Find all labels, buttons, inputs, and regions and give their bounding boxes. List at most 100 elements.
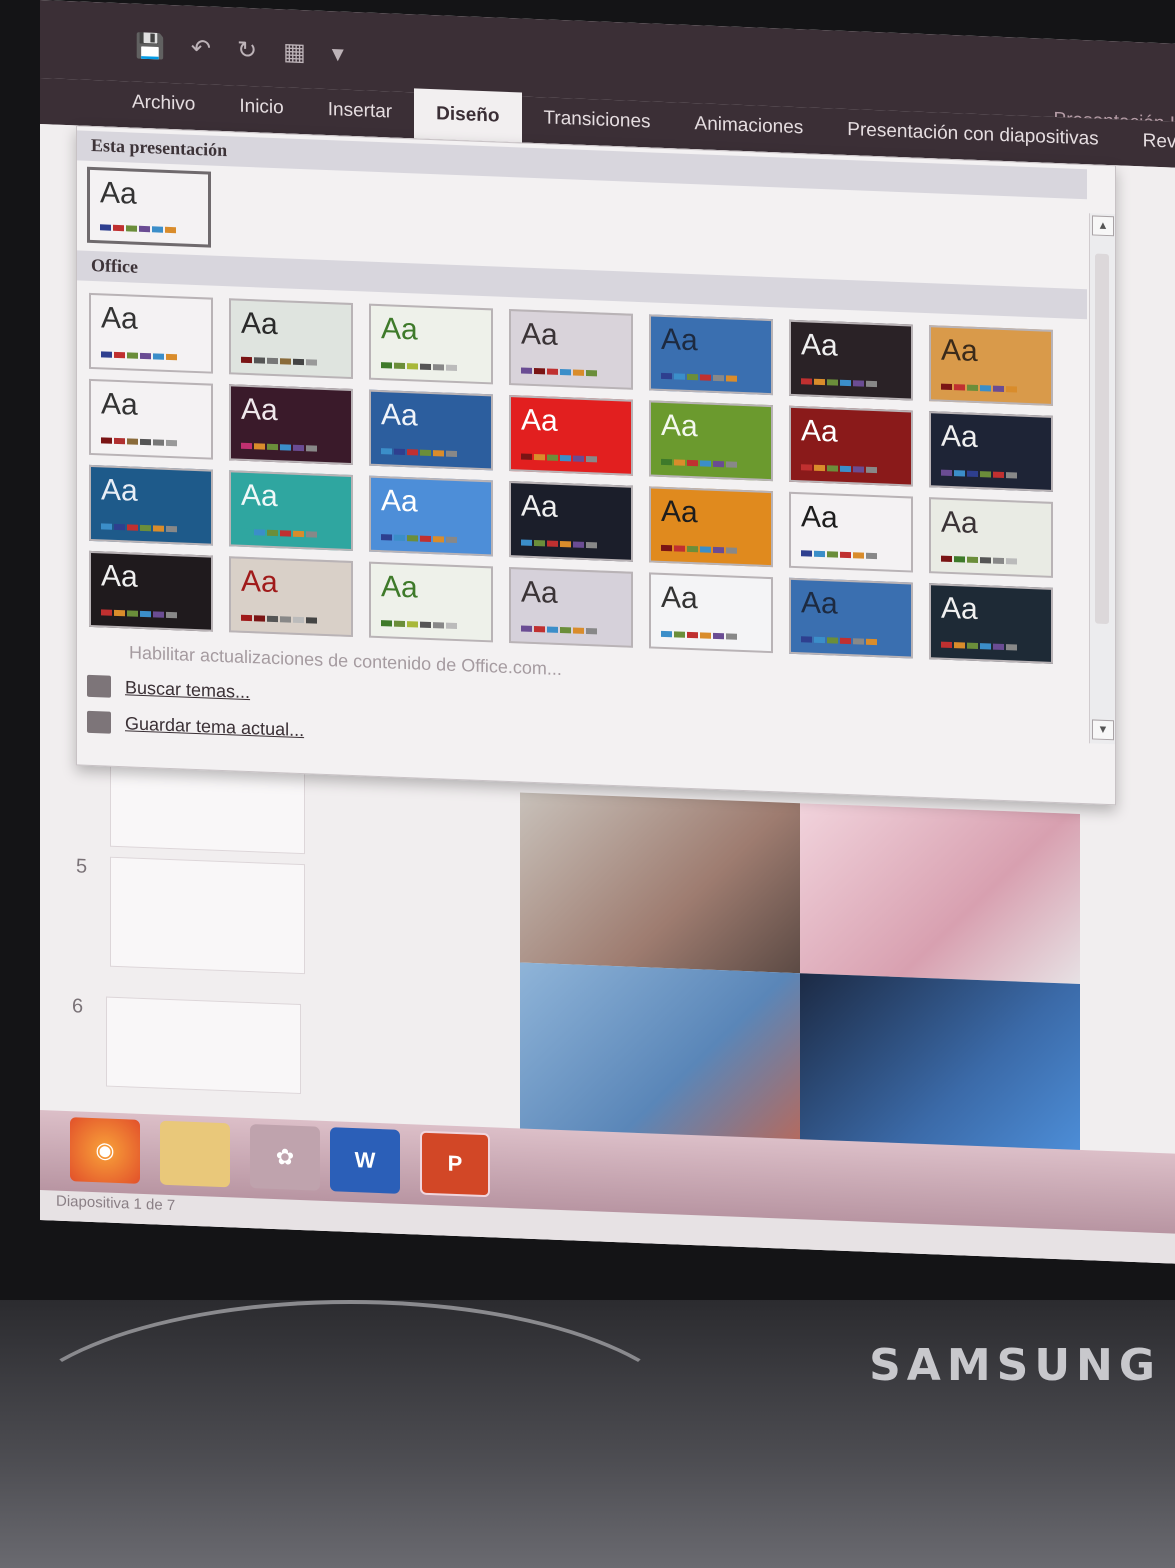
redo-icon[interactable]: ↻ [237, 36, 257, 66]
theme-color-swatches [801, 636, 877, 646]
theme-thumbnail[interactable]: Aa [789, 491, 913, 573]
theme-preview-text: Aa [661, 322, 698, 358]
theme-color-swatches [241, 442, 317, 452]
theme-gallery-dropdown: Esta presentación Aa Office Aa Aa Aa Aa Aa Aa… [76, 125, 1116, 806]
theme-preview-text: Aa [661, 580, 698, 616]
slide-thumbnail[interactable] [110, 856, 305, 975]
theme-thumbnail[interactable]: Aa [89, 550, 213, 632]
theme-thumbnail[interactable]: Aa [649, 572, 773, 654]
theme-preview-text: Aa [521, 317, 558, 352]
theme-thumbnail[interactable]: Aa [929, 411, 1053, 492]
theme-thumbnail[interactable]: Aa [369, 389, 493, 471]
slide-thumbnail[interactable] [106, 996, 301, 1095]
tab-animaciones[interactable]: Animaciones [673, 112, 826, 154]
tab-revisar[interactable]: Revisar [1121, 130, 1175, 170]
theme-preview-text: Aa [941, 505, 978, 541]
tab-inicio[interactable]: Inicio [217, 95, 305, 134]
theme-color-swatches [241, 356, 317, 366]
theme-thumbnail[interactable]: Aa [369, 303, 493, 385]
theme-preview-text: Aa [801, 328, 838, 363]
theme-thumbnail[interactable]: Aa [229, 384, 353, 466]
theme-preview-text: Aa [241, 564, 278, 600]
word-icon[interactable]: W [330, 1127, 400, 1194]
theme-color-swatches [101, 523, 177, 533]
theme-color-swatches [101, 609, 177, 619]
monitor-bezel: 💾 ↶ ↻ ▦ ▾ Presentación I ArchivoInicioIn… [0, 0, 1175, 1300]
theme-color-swatches [661, 372, 737, 382]
scrollbar-thumb[interactable] [1095, 253, 1109, 625]
theme-preview-text: Aa [381, 398, 418, 433]
infographic-image [800, 803, 1080, 984]
slide-counter: Diapositiva 1 de 7 [56, 1192, 176, 1215]
gallery-scrollbar[interactable]: ▲ ▼ [1089, 213, 1115, 745]
theme-thumbnail[interactable]: Aa [229, 298, 353, 380]
tab-diseño[interactable]: Diseño [414, 88, 522, 143]
theme-thumbnail[interactable]: Aa [789, 405, 913, 487]
theme-color-swatches [521, 539, 597, 549]
tab-transiciones[interactable]: Transiciones [522, 106, 673, 148]
theme-thumbnail[interactable]: Aa [229, 556, 353, 638]
theme-thumbnail[interactable]: Aa [649, 314, 773, 396]
theme-color-swatches [661, 458, 737, 468]
present-icon[interactable]: ▦ [283, 37, 306, 67]
theme-color-swatches [101, 437, 177, 447]
infographic-image [520, 962, 800, 1144]
theme-preview-text: Aa [381, 484, 418, 519]
theme-preview-text: Aa [101, 301, 138, 336]
quick-access-toolbar: 💾 ↶ ↻ ▦ ▾ [135, 32, 344, 69]
file-explorer-icon[interactable] [160, 1120, 230, 1188]
save-theme-item[interactable]: Guardar tema actual... [87, 710, 304, 741]
theme-color-swatches [521, 367, 597, 377]
theme-thumbnail[interactable]: Aa [89, 464, 213, 546]
scroll-down-button[interactable]: ▼ [1092, 719, 1114, 741]
theme-thumbnail[interactable]: Aa [229, 470, 353, 552]
theme-thumbnail[interactable]: Aa [929, 497, 1053, 578]
theme-preview-text: Aa [801, 586, 838, 621]
theme-color-swatches [801, 550, 877, 560]
theme-preview-text: Aa [101, 559, 138, 594]
theme-thumbnail[interactable]: Aa [649, 400, 773, 482]
theme-thumbnail[interactable]: Aa [369, 561, 493, 643]
theme-thumbnail[interactable]: Aa [929, 583, 1053, 664]
theme-preview-text: Aa [941, 419, 978, 455]
theme-thumbnail[interactable]: Aa [789, 577, 913, 659]
theme-color-swatches [661, 544, 737, 554]
theme-thumbnail[interactable]: Aa [509, 395, 633, 476]
save-theme-icon [87, 710, 111, 734]
theme-color-swatches [801, 378, 877, 388]
theme-thumbnail[interactable]: Aa [649, 486, 773, 568]
theme-thumbnail[interactable]: Aa [929, 325, 1053, 406]
theme-thumbnail[interactable]: Aa [509, 481, 633, 562]
customize-icon[interactable]: ▾ [332, 39, 344, 68]
screen: 💾 ↶ ↻ ▦ ▾ Presentación I ArchivoInicioIn… [40, 0, 1175, 1264]
theme-thumbnail[interactable]: Aa [509, 567, 633, 648]
powerpoint-icon[interactable]: P [420, 1130, 490, 1198]
search-themes-item[interactable]: Buscar temas... [87, 674, 250, 703]
theme-thumbnail[interactable]: Aa [509, 309, 633, 390]
media-icon[interactable]: ✿ [250, 1124, 320, 1191]
theme-color-swatches [381, 620, 457, 630]
infographic-image [520, 792, 800, 974]
cable [0, 1300, 700, 1568]
theme-thumbnail[interactable]: Aa [89, 378, 213, 460]
current-theme-thumbnail[interactable]: Aa [87, 166, 211, 248]
theme-preview-text: Aa [941, 333, 978, 369]
firefox-icon[interactable]: ◉ [70, 1117, 140, 1184]
tab-insertar[interactable]: Insertar [306, 98, 414, 138]
theme-color-swatches [941, 469, 1017, 479]
save-icon[interactable]: 💾 [135, 32, 165, 62]
scroll-up-button[interactable]: ▲ [1092, 215, 1114, 237]
theme-color-swatches [381, 362, 457, 372]
main-slide-canvas[interactable] [520, 792, 1080, 1154]
theme-thumbnail[interactable]: Aa [89, 292, 213, 374]
theme-preview-text: Aa [521, 403, 558, 438]
tab-archivo[interactable]: Archivo [110, 91, 217, 131]
brand-logo: SAMSUNG [869, 1340, 1161, 1391]
theme-color-swatches [381, 448, 457, 458]
theme-preview-text: Aa [521, 489, 558, 524]
theme-color-swatches [381, 534, 457, 544]
theme-preview-text: Aa [101, 387, 138, 422]
theme-thumbnail[interactable]: Aa [369, 475, 493, 557]
undo-icon[interactable]: ↶ [191, 34, 211, 64]
theme-thumbnail[interactable]: Aa [789, 319, 913, 401]
